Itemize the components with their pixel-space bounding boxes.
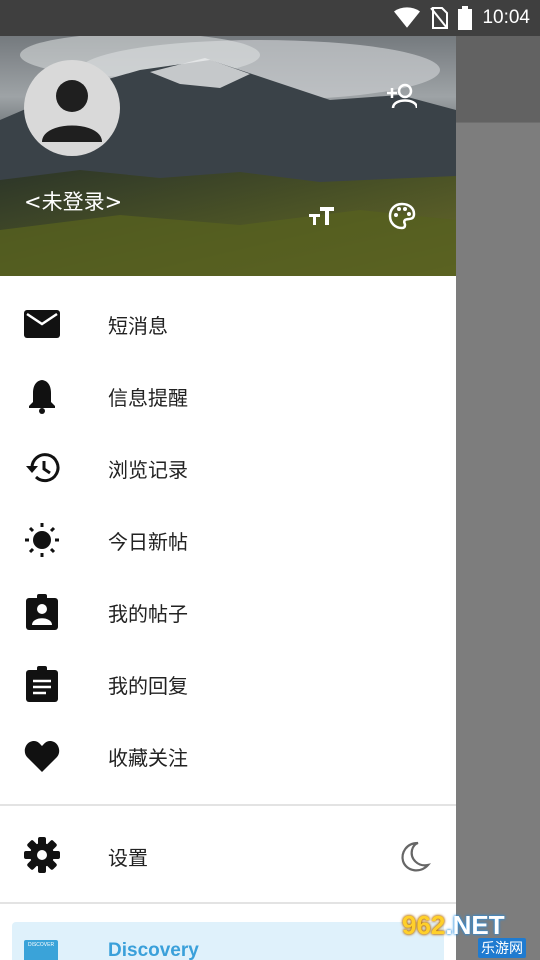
discover-card-icon: DISCOVER: [24, 940, 58, 960]
menu-item-my-replies[interactable]: 我的回复: [0, 648, 456, 720]
watermark-sub: 乐游网: [478, 938, 526, 958]
theme-palette-button[interactable]: [382, 196, 422, 236]
heart-icon: [24, 738, 60, 774]
settings-label: 设置: [108, 846, 148, 870]
status-bar: 10:04: [0, 0, 540, 36]
menu-item-label: 今日新帖: [108, 529, 188, 554]
menu-item-messages[interactable]: 短消息: [0, 288, 456, 360]
avatar[interactable]: [24, 60, 120, 156]
add-account-icon: [387, 83, 417, 109]
menu-item-label: 浏览记录: [108, 457, 188, 482]
menu-item-history[interactable]: 浏览记录: [0, 432, 456, 504]
add-account-button[interactable]: [382, 76, 422, 116]
menu-item-label: 我的回复: [108, 673, 188, 698]
menu-item-my-posts[interactable]: 我的帖子: [0, 576, 456, 648]
text-size-icon: [309, 207, 334, 225]
watermark-main: 962.NET: [402, 910, 505, 940]
menu-item-label: 短消息: [108, 313, 168, 338]
menu-item-label: 信息提醒: [108, 385, 188, 410]
menu-item-today-posts[interactable]: 今日新帖: [0, 504, 456, 576]
discovery-item[interactable]: DISCOVER Discovery: [12, 922, 444, 960]
no-sim-icon: [430, 7, 449, 29]
history-icon: [24, 450, 60, 486]
menu-divider: [0, 804, 456, 806]
drawer-menu: 短消息 信息提醒 浏览记录 今日新帖 我的帖子 我的回复 收藏关注: [0, 288, 456, 792]
wifi-icon: [394, 7, 421, 28]
menu-item-favorites[interactable]: 收藏关注: [0, 720, 456, 792]
person-icon: [42, 80, 102, 142]
settings-divider: [0, 902, 456, 904]
mail-icon: [24, 306, 60, 342]
navigation-drawer: <未登录> 短消息 信息提醒 浏览记录 今日新帖 我的帖子 我的回复 收藏关注 …: [0, 0, 456, 960]
moon-icon[interactable]: [396, 839, 432, 875]
assignment-ind-icon: [24, 594, 60, 630]
sun-icon: [24, 522, 60, 558]
clipboard-icon: [24, 666, 60, 702]
menu-item-notifications[interactable]: 信息提醒: [0, 360, 456, 432]
bell-icon: [24, 378, 60, 414]
discovery-label: Discovery: [108, 940, 199, 960]
menu-item-label: 收藏关注: [108, 745, 188, 770]
watermark-logo: 962.NET 乐游网: [400, 910, 536, 958]
username-login-link[interactable]: <未登录>: [24, 186, 122, 216]
text-size-button[interactable]: [302, 196, 342, 236]
battery-icon: [458, 6, 473, 30]
palette-icon: [388, 202, 416, 230]
gear-icon: [24, 837, 60, 873]
status-time: 10:04: [482, 7, 530, 28]
drawer-header: <未登录>: [0, 0, 456, 276]
menu-item-label: 我的帖子: [108, 601, 188, 626]
menu-item-settings[interactable]: 设置: [0, 818, 456, 892]
